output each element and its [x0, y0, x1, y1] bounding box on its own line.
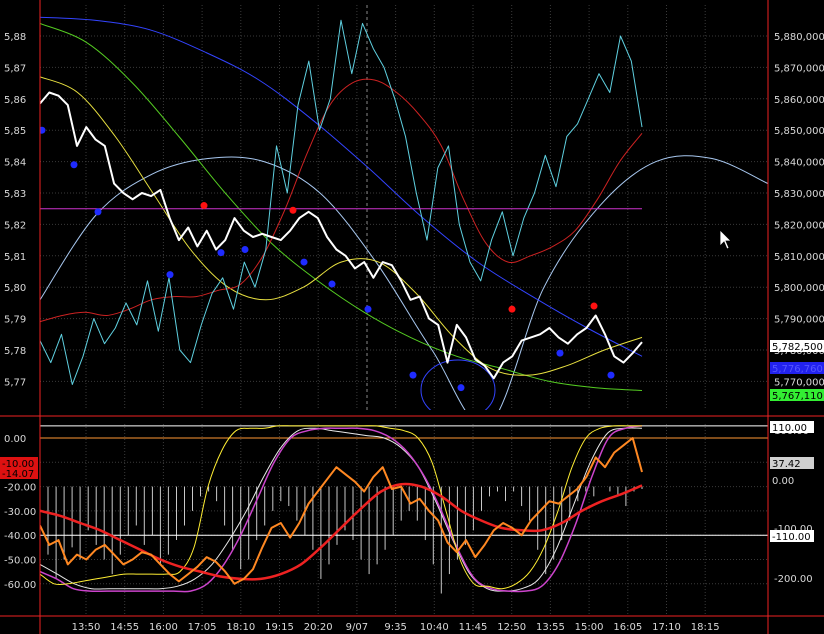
blue-signal-dot [457, 384, 465, 392]
price-left-tick: 5,83 [4, 189, 26, 200]
blue-signal-dot [94, 208, 102, 216]
price-left-tick: 5,77 [4, 377, 26, 388]
blue-signal-dot [409, 371, 417, 379]
price-right-tick: 5,860,000 [774, 95, 824, 106]
price-left-tick: 5,78 [4, 346, 26, 357]
price-right-tick: 5,840,000 [774, 158, 824, 169]
time-axis-label: 9:35 [384, 622, 406, 633]
blue-signal-dot [70, 161, 78, 169]
time-axis-label: 13:50 [72, 622, 101, 633]
price-right-tick: 5,870,000 [774, 63, 824, 74]
time-axis-label: 16:00 [149, 622, 178, 633]
blue-signal-dot [364, 305, 372, 313]
price-tag: 5,767,110 [772, 391, 823, 402]
time-axis-label: 16:05 [613, 622, 642, 633]
osc-left-tick: -60.00 [4, 580, 36, 591]
price-right-tick: 5,800,000 [774, 283, 824, 294]
time-axis-label: 18:10 [226, 622, 255, 633]
price-right-tick: 5,790,000 [774, 315, 824, 326]
osc-right-tag: 37.42 [772, 459, 801, 470]
price-left-tick: 5,87 [4, 63, 26, 74]
price-right-tick: 5,810,000 [774, 252, 824, 263]
time-axis-label: 12:50 [497, 622, 526, 633]
price-left-tick: 5,85 [4, 126, 26, 137]
price-left-tick: 5,82 [4, 220, 26, 231]
time-axis-label: 18:15 [691, 622, 720, 633]
blue-signal-dot [607, 371, 615, 379]
price-left-tick: 5,86 [4, 95, 26, 106]
osc-left-tick: 0.00 [4, 434, 26, 445]
osc-right-tag: -110.00 [772, 532, 811, 543]
red-signal-dot [289, 206, 297, 214]
price-left-tick: 5,88 [4, 32, 26, 43]
price-tag: 5,776,760 [772, 364, 823, 375]
osc-left-tick: -50.00 [4, 556, 36, 567]
blue-signal-dot [166, 271, 174, 279]
blue-signal-dot [300, 258, 308, 266]
red-signal-dot [508, 305, 516, 313]
time-axis-label: 17:05 [188, 622, 217, 633]
price-right-tick: 5,830,000 [774, 189, 824, 200]
price-right-tick: 5,880,000 [774, 32, 824, 43]
time-axis-label: 20:20 [304, 622, 333, 633]
osc-left-tick: -40.00 [4, 531, 36, 542]
price-left-tick: 5,81 [4, 252, 26, 263]
time-axis-label: 14:55 [110, 622, 139, 633]
red-signal-dot [590, 302, 598, 310]
osc-left-tag: -14.07 [2, 469, 34, 480]
blue-signal-dot [217, 249, 225, 257]
price-right-tick: 5,820,000 [774, 220, 824, 231]
time-axis-label: 9/07 [346, 622, 368, 633]
price-left-tick: 5,79 [4, 315, 26, 326]
time-axis-label: 10:40 [420, 622, 449, 633]
price-left-tick: 5,84 [4, 158, 26, 169]
osc-right-tag: 110.00 [772, 423, 807, 434]
price-right-tick: 5,770,000 [774, 377, 824, 388]
red-signal-dot [200, 202, 208, 210]
trading-chart[interactable]: 5,88 5,87 5,86 5,85 5,84 5,83 5,82 5,81 5,80 5,79… [0, 0, 824, 634]
time-axis-label: 13:55 [536, 622, 565, 633]
osc-right-tick: -200.00 [774, 574, 813, 585]
price-tag: 5,782,500 [772, 342, 823, 353]
chart-background [0, 0, 824, 634]
osc-left-tick: -30.00 [4, 507, 36, 518]
blue-signal-dot [556, 349, 564, 357]
time-axis-label: 11:45 [459, 622, 488, 633]
osc-right-tag: 0.00 [772, 476, 794, 487]
time-axis-label: 17:10 [652, 622, 681, 633]
blue-signal-dot [241, 246, 249, 254]
price-right-tick: 5,850,000 [774, 126, 824, 137]
time-axis-label: 19:15 [265, 622, 294, 633]
blue-signal-dot [328, 280, 336, 288]
price-left-tick: 5,80 [4, 283, 26, 294]
osc-left-tick: -20.00 [4, 483, 36, 494]
time-axis-label: 15:00 [575, 622, 604, 633]
